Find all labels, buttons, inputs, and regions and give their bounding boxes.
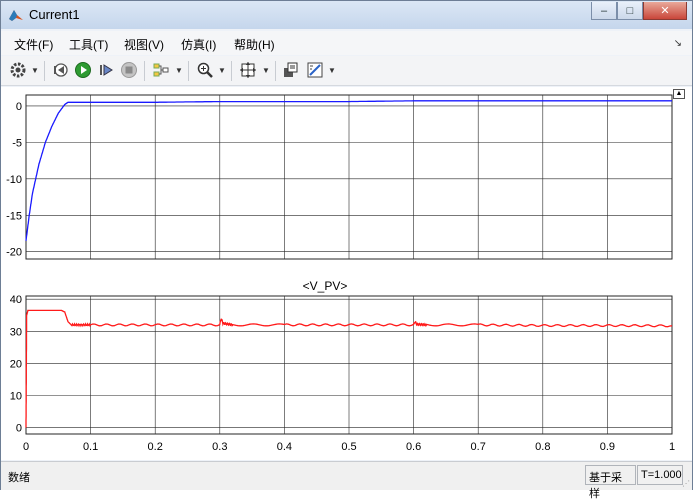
window-title: Current1	[29, 7, 80, 22]
signal-dropdown-icon[interactable]: ▼	[175, 66, 183, 75]
style-icon[interactable]	[306, 61, 324, 79]
top-y-tick-label: 0	[16, 101, 22, 113]
toolbar-separator	[188, 61, 189, 81]
scope-window: Current1 – □ ✕ 文件(F) 工具(T) 视图(V) 仿真(I) 帮…	[0, 0, 693, 500]
menu-file[interactable]: 文件(F)	[14, 36, 53, 53]
bottom-y-tick-label: 40	[10, 294, 22, 306]
x-tick-label: 0.1	[83, 441, 98, 453]
x-tick-label: 0.4	[277, 441, 292, 453]
step-back-icon[interactable]	[51, 61, 69, 79]
menu-help[interactable]: 帮助(H)	[234, 36, 275, 53]
menu-simulation[interactable]: 仿真(I)	[181, 36, 216, 53]
scope-plots: 0-5-10-15-204030201000 0.1 0.2 0.3 0.4 0.5 0.6…	[6, 94, 675, 453]
menu-bar: 文件(F) 工具(T) 视图(V) 仿真(I) 帮助(H) ↘	[1, 31, 692, 55]
toolbar-separator	[44, 61, 45, 81]
sim-time-indicator: T=1.000	[637, 465, 683, 485]
bottom-y-tick-label: 0	[16, 423, 22, 435]
toolbar: ▼ ▼ ▼ ▼ ▼	[1, 56, 692, 86]
layout-icon[interactable]	[282, 61, 300, 79]
fit-view-icon[interactable]	[239, 61, 257, 79]
menu-tools[interactable]: 工具(T)	[69, 36, 108, 53]
status-text: 数绪	[8, 472, 30, 484]
menu-view[interactable]: 视图(V)	[124, 36, 164, 53]
maximize-button[interactable]: □	[617, 2, 643, 20]
top-y-tick-label: -5	[12, 137, 22, 149]
toolbar-separator	[275, 61, 276, 81]
signal-select-icon[interactable]	[152, 61, 170, 79]
bottom-y-tick-label: 20	[10, 358, 22, 370]
toolbar-separator	[144, 61, 145, 81]
gear-icon[interactable]	[9, 61, 27, 79]
x-tick-label: 0.3	[212, 441, 227, 453]
top-y-tick-label: -20	[6, 247, 22, 259]
run-icon[interactable]	[74, 61, 92, 79]
minimize-button[interactable]: –	[591, 2, 617, 20]
menu-overflow-icon[interactable]: ↘	[674, 38, 682, 49]
x-tick-label: 0.8	[535, 441, 550, 453]
toolbar-separator	[231, 61, 232, 81]
close-button[interactable]: ✕	[643, 2, 687, 20]
status-bar: 数绪 基于采样 T=1.000 ⋰	[1, 461, 692, 500]
matlab-icon	[9, 10, 23, 21]
style-dropdown-icon[interactable]: ▼	[328, 66, 336, 75]
fit-dropdown-icon[interactable]: ▼	[262, 66, 270, 75]
title-bar[interactable]: Current1 – □ ✕	[1, 1, 692, 29]
bottom-y-tick-label: 10	[10, 390, 22, 402]
top-y-tick-label: -10	[6, 174, 22, 186]
resize-grip-icon[interactable]: ⋰	[682, 479, 690, 488]
x-tick-label: 0.9	[600, 441, 615, 453]
step-forward-icon[interactable]	[97, 61, 115, 79]
x-tick-label: 0	[23, 441, 29, 453]
plot-area: ▲ 0 -5 -10 -15 -20 40 30 20 10 0 0 0.1 0.2 0.3 0.4 0.5 0…	[1, 87, 692, 460]
x-tick-label: 0.7	[471, 441, 486, 453]
top-y-tick-label: -15	[6, 210, 22, 222]
x-tick-label: 1	[669, 441, 675, 453]
gear-dropdown-icon[interactable]: ▼	[31, 66, 39, 75]
zoom-icon[interactable]	[196, 61, 214, 79]
bottom-y-tick-label: 30	[10, 326, 22, 338]
sample-mode-indicator: 基于采样	[585, 465, 636, 500]
x-tick-label: 0.6	[406, 441, 421, 453]
bottom-plot-title: <V_PV>	[303, 279, 348, 293]
stop-icon[interactable]	[120, 61, 138, 79]
x-tick-label: 0.2	[148, 441, 163, 453]
x-tick-label: 0.5	[341, 441, 356, 453]
zoom-dropdown-icon[interactable]: ▼	[218, 66, 226, 75]
